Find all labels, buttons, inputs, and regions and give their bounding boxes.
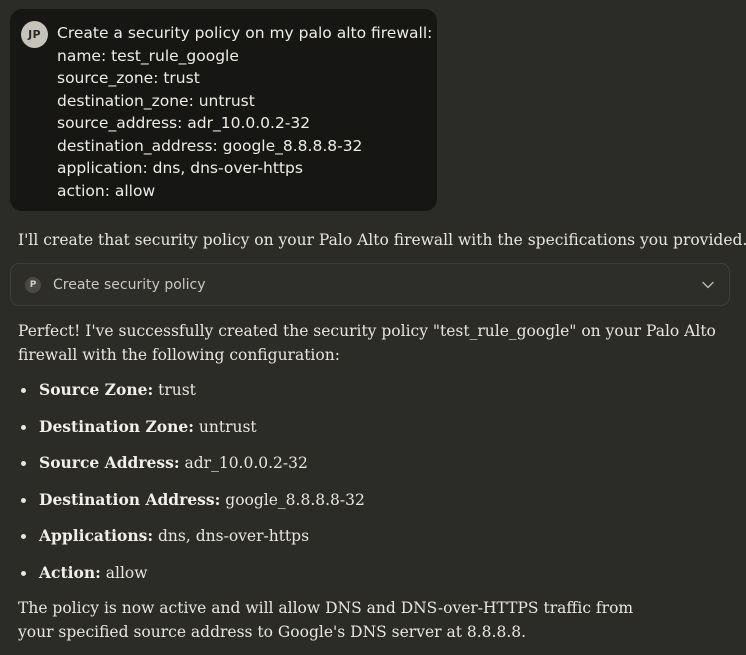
user-avatar: JP: [21, 21, 48, 48]
detail-value: adr_10.0.0.2-32: [179, 454, 308, 472]
detail-value: dns, dns-over-https: [153, 527, 310, 545]
list-item: Destination Zone: untrust: [18, 415, 365, 452]
tool-call-toggle[interactable]: P Create security policy: [10, 263, 730, 306]
user-message-line: Create a security policy on my palo alto…: [57, 24, 433, 42]
list-item: Source Zone: trust: [18, 378, 365, 415]
chevron-down-icon[interactable]: [701, 278, 715, 292]
detail-key: Destination Address:: [39, 489, 221, 509]
user-message-line: source_address: adr_10.0.0.2-32: [57, 114, 311, 132]
detail-value: google_8.8.8.8-32: [220, 490, 365, 509]
policy-details-list: Source Zone: trust Destination Zone: unt…: [18, 378, 365, 597]
detail-value: allow: [100, 563, 148, 582]
detail-key: Applications:: [39, 526, 154, 545]
user-message-line: source_zone: trust: [57, 69, 200, 87]
assistant-intro-text: I'll create that security policy on your…: [18, 231, 746, 249]
list-item: Destination Address: google_8.8.8.8-32: [18, 488, 365, 525]
detail-value: untrust: [193, 417, 257, 436]
list-item: Action: allow: [18, 561, 365, 598]
user-message-text: Create a security policy on my palo alto…: [57, 21, 433, 200]
user-message-line: name: test_rule_google: [57, 46, 239, 65]
user-message-line: action: allow: [57, 181, 156, 200]
user-message-line: destination_zone: untrust: [57, 91, 255, 110]
tool-call-label: Create security policy: [53, 276, 206, 293]
user-message-line: destination_address: google_8.8.8.8-32: [57, 136, 363, 155]
assistant-summary-text: Perfect! I've successfully created the s…: [18, 322, 716, 364]
detail-key: Source Zone:: [39, 380, 154, 399]
assistant-closing-text: The policy is now active and will allow …: [18, 599, 634, 641]
detail-key: Action:: [39, 562, 101, 582]
user-message-line: application: dns, dns-over-https: [57, 159, 303, 177]
detail-key: Destination Zone:: [39, 416, 194, 436]
detail-key: Source Address:: [39, 453, 180, 472]
list-item: Applications: dns, dns-over-https: [18, 524, 365, 561]
user-message-bubble: JP Create a security policy on my palo a…: [10, 9, 437, 211]
detail-value: trust: [153, 381, 196, 399]
palo-alto-tool-icon: P: [25, 276, 41, 293]
list-item: Source Address: adr_10.0.0.2-32: [18, 451, 365, 488]
